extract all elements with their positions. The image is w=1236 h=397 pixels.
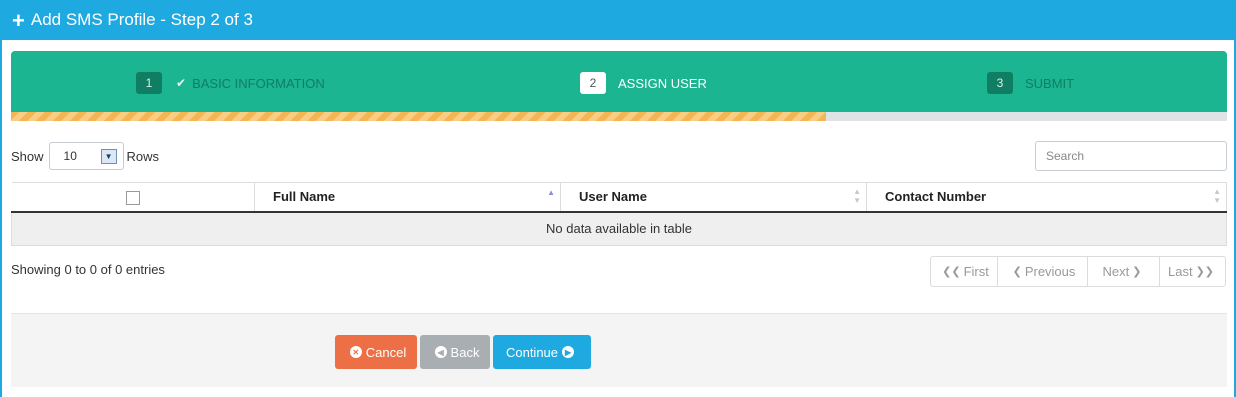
wizard-steps: 1 ✔ BASIC INFORMATION 2 ASSIGN USER 3 SU… <box>11 51 1227 121</box>
continue-button[interactable]: Continue ▶ <box>493 335 591 369</box>
cancel-button[interactable]: ✕ Cancel <box>335 335 417 369</box>
step-label: ASSIGN USER <box>618 75 707 91</box>
form-actions: ✕ Cancel ◀ Back Continue ▶ <box>11 313 1227 387</box>
wizard-step-assign-user[interactable]: 2 ASSIGN USER <box>580 72 707 94</box>
sort-ascending-icon: ▲ <box>547 188 555 197</box>
step-label: SUBMIT <box>1025 75 1075 91</box>
sort-icon: ▲ ▼ <box>1213 187 1221 205</box>
show-label: Show <box>11 148 44 164</box>
table-header-row: Full Name ▲ User Name ▲ ▼ Contact Number … <box>11 182 1227 213</box>
page-title: Add SMS Profile - Step 2 of 3 <box>30 10 253 29</box>
step-label: BASIC INFORMATION <box>192 75 325 91</box>
check-icon: ✔ <box>176 76 187 90</box>
back-button[interactable]: ◀ Back <box>420 335 490 369</box>
wizard-progress-fill <box>11 112 826 121</box>
pagination-last-button[interactable]: Last ❯❯ <box>1159 256 1226 287</box>
pagination-last-label: Last <box>1167 264 1193 279</box>
pagination-next-button[interactable]: Next ❯ <box>1087 256 1160 287</box>
continue-label: Continue <box>505 344 559 360</box>
cancel-label: Cancel <box>365 344 407 360</box>
step-number: 3 <box>987 72 1013 94</box>
rows-per-page-control: Show 10 ▼ Rows <box>11 142 159 170</box>
pagination-first-button[interactable]: ❮❮ First <box>930 256 998 287</box>
pagination-next-label: Next <box>1102 264 1130 279</box>
empty-table-message: No data available in table <box>11 211 1227 246</box>
column-contact-number[interactable]: Contact Number ▲ ▼ <box>866 182 1227 213</box>
wizard-progress-bar <box>11 112 1227 121</box>
pagination-first-label: First <box>963 264 989 279</box>
rows-label: Rows <box>126 148 160 164</box>
wizard-step-submit[interactable]: 3 SUBMIT <box>987 72 1074 94</box>
rows-per-page-value: 10 <box>63 149 77 163</box>
select-all-checkbox[interactable] <box>125 190 140 205</box>
rows-per-page-select[interactable]: 10 ▼ <box>48 142 124 170</box>
chevron-left-icon: ❮ <box>1012 266 1022 278</box>
frame-left-border <box>0 40 2 397</box>
column-label: Full Name <box>273 189 336 205</box>
pagination-previous-label: Previous <box>1024 264 1076 279</box>
arrow-left-circle-icon: ◀ <box>434 346 447 358</box>
users-table: Full Name ▲ User Name ▲ ▼ Contact Number … <box>11 182 1227 246</box>
column-full-name[interactable]: Full Name ▲ <box>254 182 561 213</box>
sort-icon: ▲ ▼ <box>853 187 861 205</box>
step-number: 1 <box>136 72 162 94</box>
step-number: 2 <box>580 72 606 94</box>
column-label: Contact Number <box>885 189 987 205</box>
column-user-name[interactable]: User Name ▲ ▼ <box>560 182 867 213</box>
wizard-step-basic-information[interactable]: 1 ✔ BASIC INFORMATION <box>136 72 325 94</box>
plus-icon: + <box>12 8 25 33</box>
pagination-previous-button[interactable]: ❮ Previous <box>997 256 1088 287</box>
column-label: User Name <box>579 189 647 205</box>
arrow-right-circle-icon: ▶ <box>562 346 575 358</box>
double-chevron-right-icon: ❯❯ <box>1195 266 1214 278</box>
back-label: Back <box>450 344 480 360</box>
close-circle-icon: ✕ <box>349 346 362 358</box>
search-input[interactable] <box>1035 141 1227 171</box>
pagination: ❮❮ First ❮ Previous Next ❯ Last ❯❯ <box>930 256 1226 287</box>
chevron-right-icon: ❯ <box>1132 266 1142 278</box>
table-row: No data available in table <box>11 211 1227 246</box>
page-header: + Add SMS Profile - Step 2 of 3 <box>0 0 1236 40</box>
chevron-down-icon[interactable]: ▼ <box>100 148 117 164</box>
select-all-header <box>11 182 255 213</box>
table-info: Showing 0 to 0 of 0 entries <box>11 262 165 277</box>
double-chevron-left-icon: ❮❮ <box>942 266 961 278</box>
